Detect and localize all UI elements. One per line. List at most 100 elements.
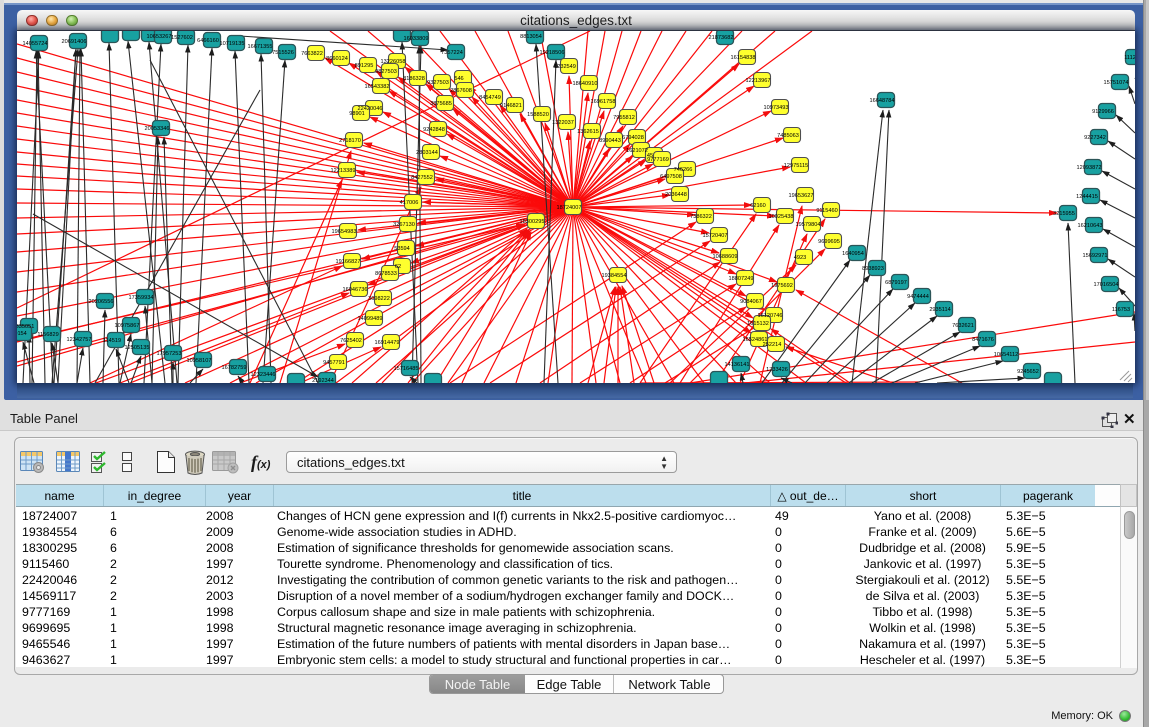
svg-text:1733426: 1733426	[766, 367, 788, 373]
svg-text:16543382: 16543382	[365, 84, 390, 90]
svg-text:116753: 116753	[1112, 307, 1130, 313]
svg-text:19654983: 19654983	[332, 229, 357, 235]
svg-text:6794028: 6794028	[622, 135, 644, 141]
svg-text:335051: 335051	[17, 324, 34, 330]
svg-text:2803144: 2803144	[416, 150, 438, 156]
svg-text:3875685: 3875685	[430, 101, 452, 107]
svg-text:8660124: 8660124	[326, 56, 348, 62]
svg-text:9699695: 9699695	[818, 239, 840, 245]
svg-text:1975692: 1975692	[771, 283, 793, 289]
svg-text:13226058: 13226058	[381, 59, 406, 65]
svg-text:18640910: 18640910	[573, 81, 598, 87]
svg-text:7663822: 7663822	[301, 51, 323, 57]
svg-text:15720407: 15720407	[703, 233, 728, 239]
svg-text:19166827: 19166827	[336, 259, 361, 265]
svg-text:7625402: 7625402	[340, 338, 362, 344]
svg-text:18724007: 18724007	[557, 205, 582, 211]
svg-text:12975115: 12975115	[784, 163, 808, 169]
svg-text:746266: 746266	[674, 167, 693, 173]
svg-text:20053346: 20053346	[145, 126, 170, 132]
svg-text:20206556: 20206556	[89, 299, 114, 305]
svg-text:62: 62	[395, 264, 401, 270]
svg-text:7485063: 7485063	[777, 133, 799, 139]
svg-text:2935114: 2935114	[929, 307, 950, 313]
svg-text:98901: 98901	[349, 111, 365, 117]
svg-text:9474444: 9474444	[907, 294, 929, 300]
svg-text:2036448: 2036448	[665, 192, 687, 198]
svg-text:8678533: 8678533	[375, 271, 397, 277]
svg-text:16154838: 16154838	[731, 55, 756, 61]
svg-text:18300295: 18300295	[520, 219, 545, 225]
svg-text:16046736: 16046736	[343, 287, 368, 293]
svg-text:7515526: 7515526	[272, 50, 294, 56]
svg-text:2718170: 2718170	[339, 138, 361, 144]
svg-text:1244415: 1244415	[1076, 194, 1098, 200]
svg-text:12213967: 12213967	[746, 78, 771, 84]
svg-text:1527602: 1527602	[171, 35, 193, 41]
svg-text:9457791: 9457791	[323, 360, 345, 366]
svg-text:16648784: 16648784	[870, 98, 895, 104]
svg-text:15716485: 15716485	[394, 366, 419, 372]
svg-text:891295: 891295	[355, 63, 374, 69]
svg-text:10688609: 10688609	[713, 254, 738, 260]
svg-text:9327503: 9327503	[427, 80, 449, 86]
svg-text:16210643: 16210643	[1078, 223, 1103, 229]
svg-text:9115460: 9115460	[816, 208, 837, 214]
svg-text:1156829: 1156829	[37, 332, 58, 338]
svg-text:15751074: 15751074	[1104, 80, 1129, 86]
svg-text:3215955: 3215955	[1053, 211, 1075, 217]
svg-text:8813054: 8813054	[520, 34, 542, 40]
svg-text:10973493: 10973493	[764, 105, 789, 111]
svg-text:10958107: 10958107	[187, 358, 212, 364]
svg-text:16961758: 16961758	[591, 99, 616, 105]
svg-text:546: 546	[454, 76, 463, 82]
svg-text:19218506: 19218506	[540, 50, 565, 56]
svg-text:10975867: 10975867	[115, 323, 140, 329]
svg-text:12093872: 12093872	[1077, 165, 1102, 171]
svg-text:7632621: 7632621	[952, 323, 974, 329]
svg-text:7357224: 7357224	[441, 50, 463, 56]
svg-text:9146821: 9146821	[500, 103, 522, 109]
svg-text:19653627: 19653627	[789, 193, 814, 199]
svg-text:10025438: 10025438	[769, 214, 794, 220]
svg-text:9084067: 9084067	[740, 299, 762, 305]
svg-text:16033809: 16033809	[404, 36, 429, 42]
svg-text:19579804: 19579804	[796, 222, 821, 228]
svg-text:10653267: 10653267	[147, 34, 172, 40]
svg-text:39154: 39154	[17, 331, 27, 337]
svg-text:12323446: 12323446	[251, 372, 276, 378]
svg-text:114519: 114519	[103, 338, 121, 344]
svg-text:16914479: 16914479	[375, 340, 400, 346]
svg-text:12342757: 12342757	[67, 337, 92, 343]
svg-text:7386322: 7386322	[690, 214, 712, 220]
svg-text:9777169: 9777169	[647, 157, 669, 163]
svg-text:9827503: 9827503	[375, 69, 397, 75]
svg-text:8471676: 8471676	[972, 337, 994, 343]
svg-text:20691406: 20691406	[62, 39, 87, 45]
svg-text:17957253: 17957253	[157, 351, 182, 357]
svg-text:2867608: 2867608	[450, 88, 472, 94]
svg-text:9227342: 9227342	[1084, 135, 1106, 141]
svg-text:4923: 4923	[794, 255, 806, 261]
svg-text:1322037: 1322037	[552, 120, 574, 126]
svg-text:14136141: 14136141	[725, 362, 750, 368]
svg-text:7955812: 7955812	[613, 115, 635, 121]
svg-text:12213389: 12213389	[331, 168, 356, 174]
svg-text:9242848: 9242848	[423, 127, 445, 133]
svg-text:17016504: 17016504	[1094, 282, 1119, 288]
svg-text:12505135: 12505135	[125, 345, 150, 351]
svg-text:1362615: 1362615	[577, 129, 599, 135]
svg-text:8938923: 8938923	[862, 266, 884, 272]
svg-text:6466160: 6466160	[197, 38, 219, 44]
svg-text:9245652: 9245652	[1017, 369, 1039, 375]
svg-text:53594: 53594	[394, 246, 410, 252]
svg-text:3698222: 3698222	[368, 296, 390, 302]
svg-text:14055724: 14055724	[23, 41, 48, 47]
svg-text:14099489: 14099489	[358, 316, 383, 322]
svg-text:62160: 62160	[750, 203, 766, 209]
svg-text:10719135: 10719135	[220, 41, 245, 47]
svg-text:1621072: 1621072	[626, 148, 648, 154]
svg-text:16671355: 16671355	[248, 44, 273, 50]
svg-text:6879197: 6879197	[885, 280, 907, 286]
svg-text:3267130: 3267130	[393, 222, 415, 228]
